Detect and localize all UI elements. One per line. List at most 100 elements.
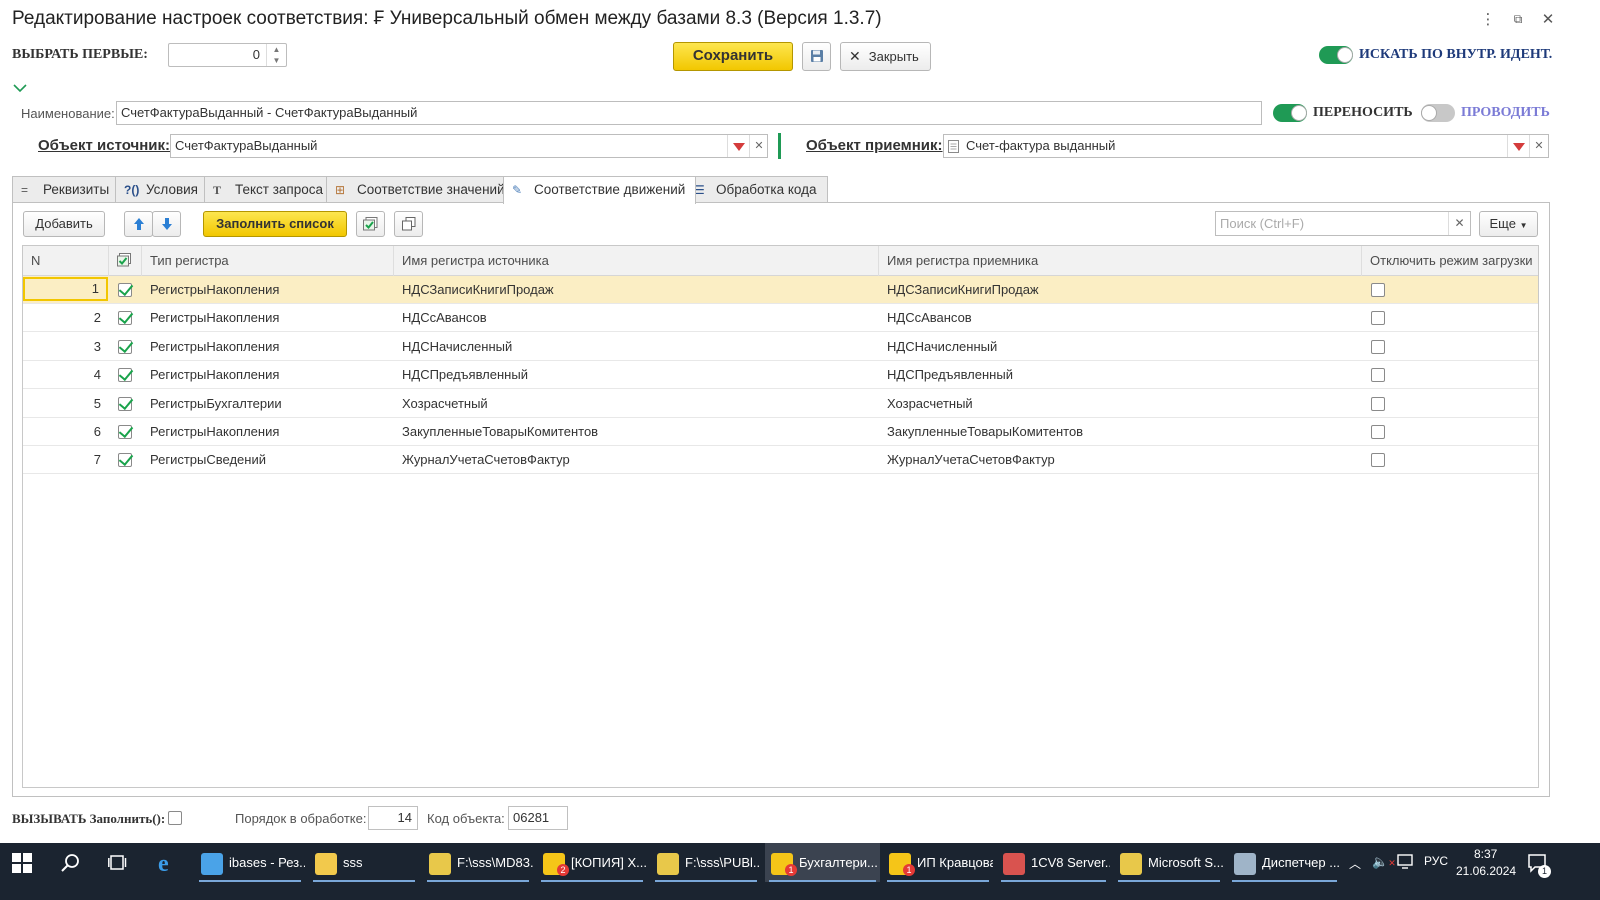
fill-list-button[interactable]: Заполнить список [203, 211, 347, 237]
tab-value-mapping[interactable]: ⊞ Соответствие значений [326, 176, 516, 203]
table-row[interactable]: 6 РегистрыНакопления ЗакупленныеТоварыКоми… [23, 418, 1538, 446]
tab-requisites[interactable]: = Реквизиты [12, 176, 121, 203]
taskbar-item[interactable]: sss [309, 843, 419, 882]
movements-table[interactable]: N Тип регистра Имя регистра источника Им… [22, 245, 1539, 788]
column-header-source[interactable]: Имя регистра источника [394, 246, 879, 276]
copy-button[interactable] [394, 211, 423, 237]
source-dropdown-button[interactable] [727, 135, 749, 157]
search-by-id-toggle[interactable] [1319, 46, 1353, 64]
source-object-field[interactable]: СчетФактураВыданный [170, 134, 768, 158]
taskbar-item-label: ibases - Рез... [229, 855, 305, 870]
search-clear-icon[interactable]: ✕ [1448, 212, 1470, 235]
chevron-down-icon[interactable] [13, 80, 27, 96]
register-type-cell: РегистрыНакопления [150, 367, 280, 383]
table-row[interactable]: 2 РегистрыНакопления НДСсАвансов НДСсАвансо… [23, 304, 1538, 333]
post-toggle[interactable] [1421, 104, 1455, 122]
save-to-disk-button[interactable] [802, 42, 831, 71]
network-icon[interactable] [1397, 854, 1415, 873]
spin-down-icon[interactable]: ▼ [267, 55, 286, 66]
column-header-type[interactable]: Тип регистра [142, 246, 394, 276]
tab-code-processing[interactable]: ☰ Обработка кода [685, 176, 828, 203]
taskbar-item[interactable]: 2 [КОПИЯ] Х... [537, 843, 647, 882]
restore-icon[interactable]: ⧉ [1506, 12, 1530, 27]
volume-muted-icon[interactable]: 🔈✕ [1372, 854, 1396, 870]
taskbar-item[interactable]: ibases - Рез... [195, 843, 305, 882]
taskbar-item[interactable]: Microsoft S... [1114, 843, 1224, 882]
clock-time[interactable]: 8:37 [1474, 847, 1497, 861]
dropdown-arrow-icon [1513, 143, 1525, 151]
taskbar-item[interactable]: 1CV8 Server... [997, 843, 1110, 882]
transfer-toggle[interactable] [1273, 104, 1307, 122]
taskbar-item[interactable]: F:\sss\PUBl... [651, 843, 761, 882]
disable-load-mode-checkbox[interactable] [1371, 425, 1385, 439]
row-use-checkbox[interactable] [118, 453, 132, 468]
search-icon[interactable] [60, 852, 82, 877]
table-row[interactable]: 1 РегистрыНакопления НДСЗаписиКнигиПродаж Н… [23, 276, 1538, 304]
source-register-cell: НДСсАвансов [402, 310, 487, 326]
move-up-button[interactable] [124, 211, 153, 237]
edge-icon[interactable]: e [156, 851, 180, 878]
select-first-input[interactable]: 0 ▲ ▼ [168, 43, 287, 67]
table-row[interactable]: 7 РегистрыСведений ЖурналУчетаСчетовФактур… [23, 446, 1538, 475]
taskbar-item[interactable]: 1 Бухгалтери... [765, 843, 880, 882]
source-clear-icon[interactable]: ✕ [749, 135, 768, 157]
close-window-icon[interactable]: ✕ [1536, 10, 1560, 28]
row-use-checkbox[interactable] [118, 396, 132, 411]
floppy-disk-icon [810, 50, 823, 62]
target-object-field[interactable]: Счет-фактура выданный [943, 134, 1549, 158]
disable-load-mode-checkbox[interactable] [1371, 283, 1385, 297]
more-button[interactable]: Еще ▼ [1479, 211, 1538, 237]
taskbar-item[interactable]: F:\sss\MD83... [423, 843, 533, 882]
column-header-target[interactable]: Имя регистра приемника [879, 246, 1362, 276]
disable-load-mode-checkbox[interactable] [1371, 368, 1385, 383]
row-use-checkbox[interactable] [118, 339, 132, 354]
save-button[interactable]: Сохранить [673, 42, 793, 71]
disable-load-mode-checkbox[interactable] [1371, 311, 1385, 326]
target-dropdown-button[interactable] [1507, 135, 1529, 157]
target-object-label[interactable]: Объект приемник: [806, 137, 943, 154]
taskbar-item-label: sss [343, 855, 363, 870]
table-row[interactable]: 5 РегистрыБухгалтерии Хозрасчетный Хозрасче… [23, 390, 1538, 418]
table-row[interactable]: 3 РегистрыНакопления НДСНачисленный НДСНачи… [23, 333, 1538, 361]
row-use-checkbox[interactable] [118, 311, 132, 326]
taskbar-item[interactable]: 1 ИП Кравцова [883, 843, 993, 882]
target-clear-icon[interactable]: ✕ [1529, 135, 1548, 157]
object-code-field[interactable]: 06281 [508, 806, 568, 830]
target-register-cell: ЗакупленныеТоварыКомитентов [887, 424, 1084, 439]
disable-load-mode-checkbox[interactable] [1371, 339, 1385, 354]
disable-load-mode-checkbox[interactable] [1371, 396, 1385, 411]
source-register-cell: НДСЗаписиКнигиПродаж [402, 282, 554, 297]
close-button[interactable]: ✕ Закрыть [840, 42, 931, 71]
taskbar-item-label: Диспетчер ... [1262, 855, 1341, 870]
select-first-spinner[interactable]: ▲ ▼ [266, 44, 286, 66]
language-indicator[interactable]: РУС [1424, 854, 1448, 868]
disable-load-mode-checkbox[interactable] [1371, 453, 1385, 468]
row-use-checkbox[interactable] [118, 368, 132, 383]
clock-date[interactable]: 21.06.2024 [1456, 864, 1516, 878]
taskbar-item-label: Бухгалтери... [799, 855, 878, 870]
row-use-checkbox[interactable] [118, 425, 132, 439]
column-header-check[interactable] [109, 246, 142, 276]
windows-start-icon[interactable] [12, 853, 32, 876]
tab-conditions[interactable]: ?() Условия [115, 176, 209, 203]
check-all-button[interactable] [356, 211, 385, 237]
row-use-checkbox[interactable] [118, 283, 132, 297]
add-button[interactable]: Добавить [23, 211, 105, 237]
order-field[interactable]: 14 [368, 806, 418, 830]
call-fill-checkbox[interactable] [168, 811, 182, 825]
table-row[interactable]: 4 РегистрыНакопления НДСПредъявленный НДСПр… [23, 361, 1538, 390]
column-header-n[interactable]: N [23, 246, 109, 276]
move-down-button[interactable] [152, 211, 181, 237]
tab-movement-mapping[interactable]: ✎ Соответствие движений [503, 176, 697, 204]
name-field[interactable]: СчетФактураВыданный - СчетФактураВыданны… [116, 101, 1262, 125]
taskbar-item-label: [КОПИЯ] Х... [571, 855, 647, 870]
task-view-icon[interactable] [108, 853, 128, 876]
more-menu-icon[interactable]: ⋮ [1476, 10, 1500, 28]
taskbar-item[interactable]: Диспетчер ... [1228, 843, 1341, 882]
column-header-disable[interactable]: Отключить режим загрузки [1362, 246, 1539, 276]
source-object-label[interactable]: Объект источник: [38, 137, 170, 154]
chevron-up-icon[interactable]: ︿ [1349, 855, 1361, 872]
tab-query-text[interactable]: T Текст запроса [204, 176, 335, 203]
spin-up-icon[interactable]: ▲ [267, 44, 286, 55]
search-input[interactable]: Поиск (Ctrl+F) ✕ [1215, 211, 1471, 236]
